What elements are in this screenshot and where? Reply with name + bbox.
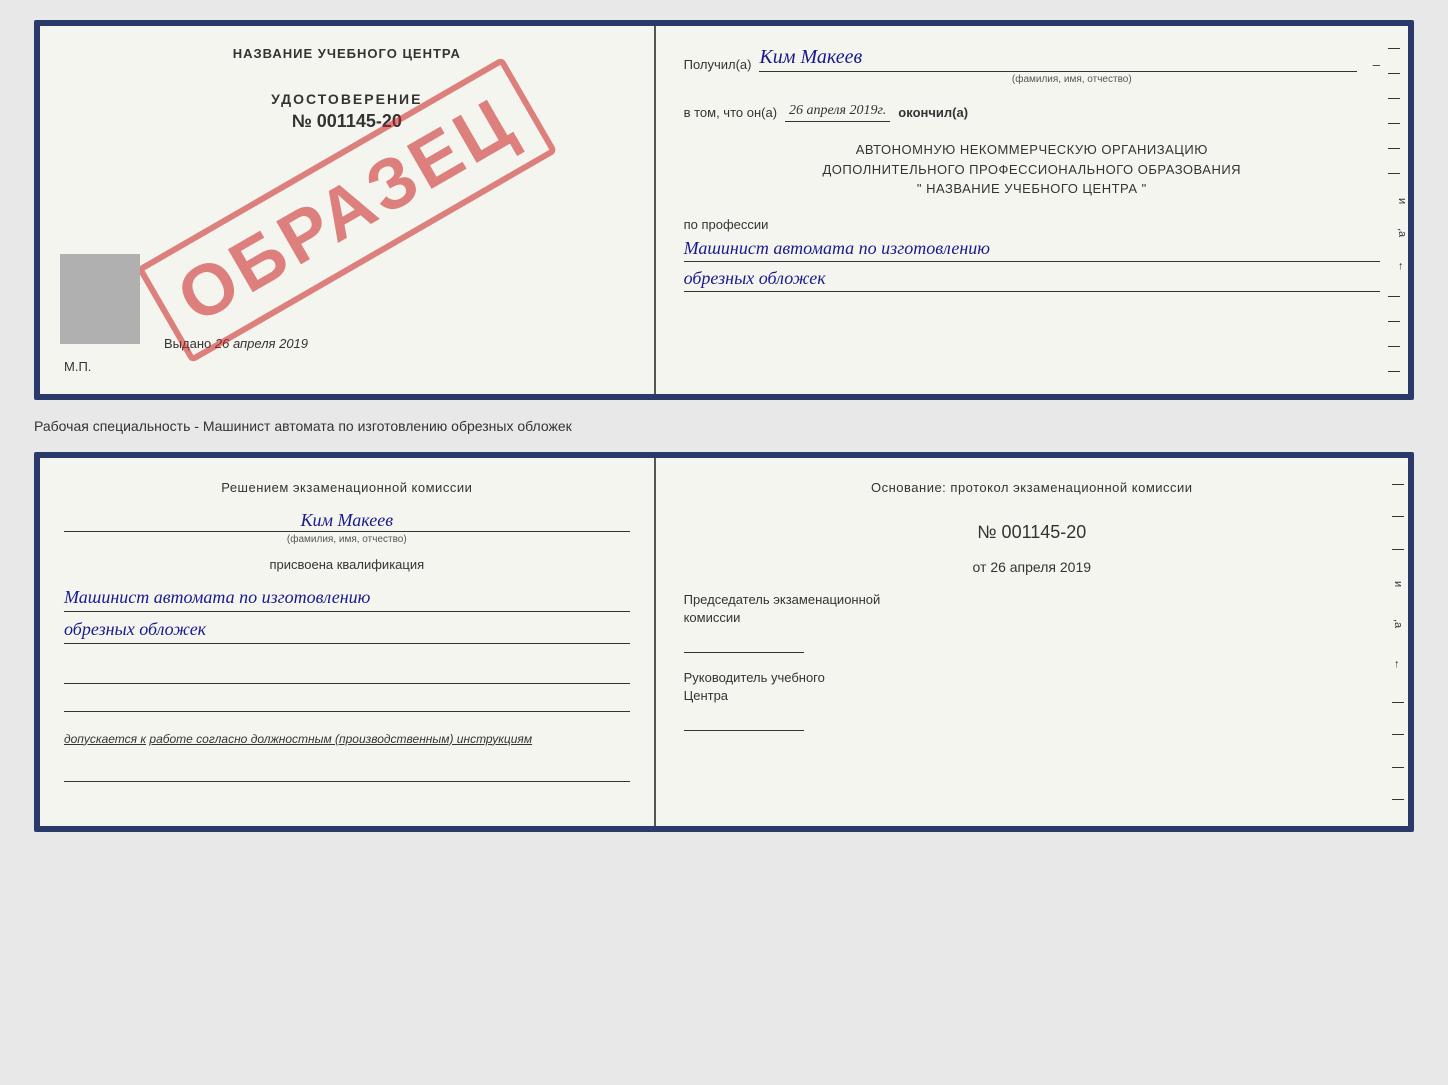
recipient-name: Ким Макеев	[759, 46, 1356, 72]
komissia-header-line1: Решением экзаменационной комиссии	[64, 478, 630, 498]
rukovod-label: Руководитель учебного	[684, 669, 1380, 687]
org-line1: АВТОНОМНУЮ НЕКОММЕРЧЕСКУЮ ОРГАНИЗАЦИЮ	[684, 140, 1380, 160]
kvalif-line1: Машинист автомата по изготовлению	[64, 584, 630, 612]
profession-line2: обрезных обложек	[684, 266, 1380, 292]
vydano-block: Выдано 26 апреля 2019	[164, 336, 630, 351]
sign-line-3	[64, 762, 630, 782]
recipient-subtitle: (фамилия, имя, отчество)	[764, 74, 1380, 85]
protocol-date: от 26 апреля 2019	[684, 559, 1380, 575]
top-cert-right: Получил(а) Ким Макеев – (фамилия, имя, о…	[656, 26, 1408, 394]
chairman-label2: комиссии	[684, 609, 1380, 627]
photo-placeholder	[60, 254, 140, 344]
date-value: 26 апреля 2019г.	[785, 103, 890, 122]
kvalif-block: Машинист автомата по изготовлению обрезн…	[64, 584, 630, 644]
osnov-label: Основание: протокол экзаменационной коми…	[684, 478, 1380, 498]
profession-block: по профессии Машинист автомата по изгото…	[684, 217, 1380, 292]
protocol-number: № 001145-20	[684, 522, 1380, 543]
komissia-subtitle: (фамилия, имя, отчество)	[64, 531, 630, 545]
profession-label: по профессии	[684, 217, 1380, 232]
middle-text: Рабочая специальность - Машинист автомат…	[34, 412, 1414, 440]
org-block: АВТОНОМНУЮ НЕКОММЕРЧЕСКУЮ ОРГАНИЗАЦИЮ ДО…	[684, 140, 1380, 199]
chairman-label: Председатель экзаменационной	[684, 591, 1380, 609]
udostoverenie-title: УДОСТОВЕРЕНИЕ	[64, 91, 630, 107]
rukovod-block: Руководитель учебного Центра	[684, 669, 1380, 731]
komissia-header: Решением экзаменационной комиссии	[64, 478, 630, 498]
kvalif-line2: обрезных обложек	[64, 616, 630, 644]
bottom-sign-lines	[64, 664, 630, 712]
org-line3: " НАЗВАНИЕ УЧЕБНОГО ЦЕНТРА "	[684, 179, 1380, 199]
chairman-block: Председатель экзаменационной комиссии	[684, 591, 1380, 653]
dopuskaetsya-block: допускается к работе согласно должностны…	[64, 732, 630, 746]
sign-line-1	[64, 664, 630, 684]
rukovod-label2: Центра	[684, 687, 1380, 705]
protocol-date-value: 26 апреля 2019	[990, 559, 1091, 575]
rukovod-sign-line	[684, 711, 804, 731]
date-label: в том, что он(а)	[684, 105, 777, 120]
vydano-label: Выдано	[164, 336, 211, 351]
osnov-block: Основание: протокол экзаменационной коми…	[684, 478, 1380, 498]
bottom-right-sidebar: и ,а ←	[1388, 458, 1408, 826]
date-section: в том, что он(а) 26 апреля 2019г. окончи…	[684, 103, 1380, 122]
dash1: –	[1373, 57, 1380, 72]
komissia-name: Ким Макеев	[64, 510, 630, 531]
kvalif-label: присвоена квалификация	[64, 557, 630, 572]
top-cert-left: НАЗВАНИЕ УЧЕБНОГО ЦЕНТРА УДОСТОВЕРЕНИЕ №…	[40, 26, 656, 394]
bottom-certificate: Решением экзаменационной комиссии Ким Ма…	[34, 452, 1414, 832]
school-name-top: НАЗВАНИЕ УЧЕБНОГО ЦЕНТРА	[64, 46, 630, 61]
mp-block: М.П.	[64, 359, 630, 374]
recipient-label: Получил(а)	[684, 57, 752, 72]
top-certificate: НАЗВАНИЕ УЧЕБНОГО ЦЕНТРА УДОСТОВЕРЕНИЕ №…	[34, 20, 1414, 400]
bottom-cert-right: Основание: протокол экзаменационной коми…	[656, 458, 1408, 826]
org-line2: ДОПОЛНИТЕЛЬНОГО ПРОФЕССИОНАЛЬНОГО ОБРАЗО…	[684, 160, 1380, 180]
sign-line-2	[64, 692, 630, 712]
right-sidebar-lines: и ,а ←	[1388, 26, 1408, 394]
bottom-cert-left: Решением экзаменационной комиссии Ким Ма…	[40, 458, 656, 826]
vydano-date: 26 апреля 2019	[215, 336, 308, 351]
profession-line1: Машинист автомата по изготовлению	[684, 236, 1380, 262]
document-container: НАЗВАНИЕ УЧЕБНОГО ЦЕНТРА УДОСТОВЕРЕНИЕ №…	[34, 20, 1414, 832]
recipient-section: Получил(а) Ким Макеев – (фамилия, имя, о…	[684, 46, 1380, 85]
udostoverenie-number: № 001145-20	[64, 111, 630, 132]
date-end: окончил(а)	[898, 105, 968, 120]
komissia-name-block: Ким Макеев (фамилия, имя, отчество)	[64, 510, 630, 545]
udostoverenie-block: УДОСТОВЕРЕНИЕ № 001145-20	[64, 91, 630, 132]
chairman-sign-line	[684, 633, 804, 653]
protocol-date-prefix: от	[973, 559, 987, 575]
dopuskaetsya-text: работе согласно должностным (производств…	[149, 732, 532, 746]
dopuskaetsya-label: допускается к	[64, 732, 146, 746]
